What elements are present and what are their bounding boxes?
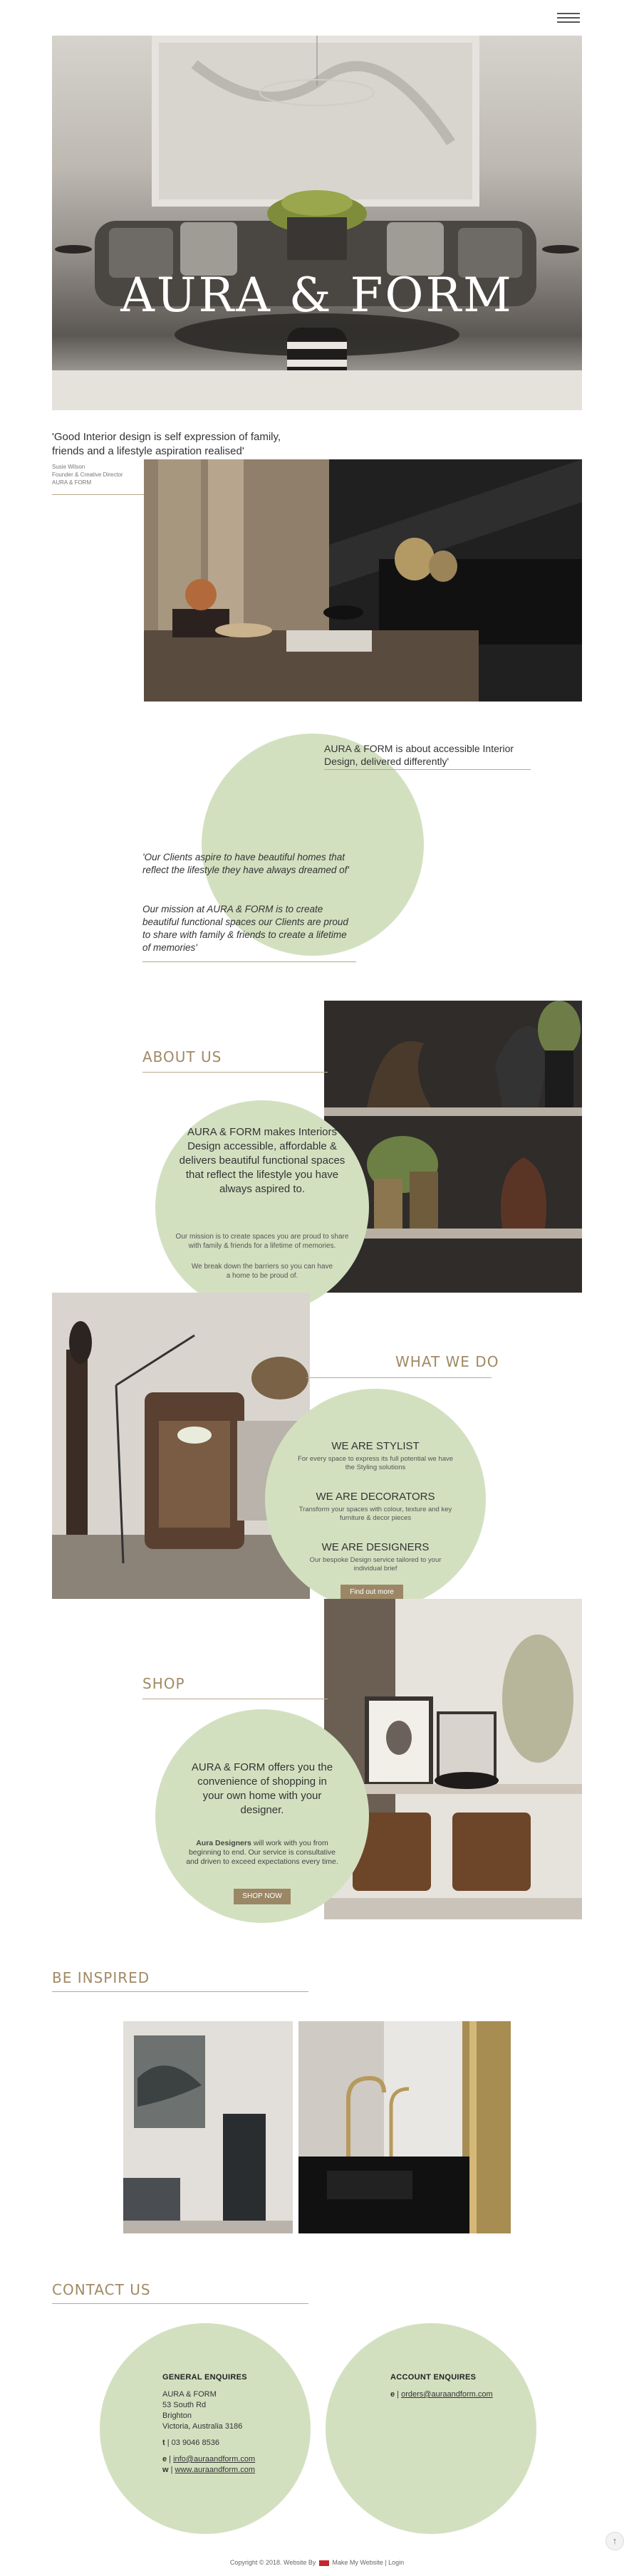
be-inspired-heading: BE INSPIRED <box>52 1969 150 1986</box>
about-tagline: AURA & FORM is about accessible Interior… <box>324 743 514 767</box>
address-company: AURA & FORM <box>162 2390 217 2399</box>
inspired-photo-kitchen[interactable] <box>298 2021 511 2233</box>
intro-quote: 'Good Interior design is self expression… <box>52 431 281 457</box>
phone-number[interactable]: 03 9046 8536 <box>172 2439 219 2447</box>
service-stylist-text: For every space to express its full pote… <box>297 1455 454 1471</box>
make-my-website-logo-icon[interactable] <box>318 2560 329 2566</box>
find-out-more-button[interactable]: Find out more <box>341 1585 403 1600</box>
divider <box>52 494 145 495</box>
footer-login-link[interactable]: Login <box>388 2559 404 2566</box>
address-street: 53 South Rd <box>162 2401 207 2409</box>
service-designers-title: WE ARE DESIGNERS <box>321 1541 430 1553</box>
website-link[interactable]: www.auraandform.com <box>175 2466 256 2474</box>
phone-label: t <box>162 2439 165 2447</box>
address-suburb: Brighton <box>162 2411 192 2420</box>
web-label: w <box>162 2466 169 2474</box>
hamburger-menu-icon[interactable] <box>557 13 580 26</box>
about-quote-mission: Our mission at AURA & FORM is to create … <box>142 904 348 953</box>
shop-heading: SHOP <box>142 1675 185 1692</box>
arrow-up-icon[interactable]: ↑ <box>606 2532 624 2550</box>
account-enquiries-title: ACCOUNT ENQUIRES <box>390 2373 477 2382</box>
about-us-barriers: We break down the barriers so you can ha… <box>191 1263 333 1280</box>
service-designers-text: Our bespoke Design service tailored to y… <box>309 1556 442 1573</box>
divider <box>306 1377 492 1378</box>
email-label: e <box>162 2455 167 2463</box>
general-enquiries-title: GENERAL ENQUIRES <box>162 2373 247 2382</box>
hero-title: AURA & FORM <box>120 268 514 323</box>
inspired-photo-living[interactable] <box>123 2021 293 2233</box>
account-email-label: e <box>390 2390 395 2399</box>
general-email-link[interactable]: info@auraandform.com <box>173 2455 255 2463</box>
account-email-link[interactable]: orders@auraandform.com <box>401 2390 493 2399</box>
interior-photo-staircase <box>144 459 582 702</box>
service-decorators-text: Transform your spaces with colour, textu… <box>298 1506 452 1522</box>
quote-company: AURA & FORM <box>52 479 92 486</box>
what-we-do-heading: WHAT WE DO <box>395 1353 499 1370</box>
hero-image: AURA & FORM <box>52 36 582 410</box>
account-enquiries-circle <box>326 2323 536 2534</box>
footer-copyright: Copyright © 2018. Website By <box>229 2559 316 2566</box>
account-email-line: e | orders@auraandform.com <box>390 2390 493 2399</box>
service-stylist-title: WE ARE STYLIST <box>331 1440 420 1452</box>
divider <box>142 961 356 962</box>
aura-designers-label: Aura Designers <box>196 1839 251 1847</box>
hero-living-room-illustration <box>52 36 582 410</box>
web-line: w | www.auraandform.com <box>162 2466 256 2474</box>
service-decorators-title: WE ARE DECORATORS <box>316 1491 435 1503</box>
shop-description: Aura Designers will work with you from b… <box>184 1839 341 1867</box>
about-us-mission: Our mission is to create spaces you are … <box>175 1233 349 1250</box>
divider <box>52 1991 308 1992</box>
shop-lead: AURA & FORM offers you the convenience o… <box>191 1761 333 1818</box>
shop-photo <box>324 1599 582 1919</box>
what-we-do-photo <box>52 1293 310 1599</box>
about-shelf-photo <box>324 1001 582 1293</box>
about-quote-clients: 'Our Clients aspire to have beautiful ho… <box>142 852 349 875</box>
email-line: e | info@auraandform.com <box>162 2455 256 2463</box>
about-us-heading: ABOUT US <box>142 1048 222 1065</box>
divider <box>324 769 531 770</box>
about-us-lead: AURA & FORM makes Interiors Design acces… <box>179 1126 345 1195</box>
shop-now-button[interactable]: SHOP NOW <box>234 1889 291 1904</box>
phone-line: t | 03 9046 8536 <box>162 2439 219 2447</box>
shop-lead-text: AURA & FORM offers you the convenience o… <box>191 1761 333 1816</box>
address-state: Victoria, Australia 3186 <box>162 2422 243 2431</box>
quote-role: Founder & Creative Director <box>52 471 123 478</box>
divider <box>52 2303 308 2304</box>
contact-us-heading: CONTACT US <box>52 2281 151 2298</box>
footer: Copyright © 2018. Website By Make My Web… <box>229 2559 405 2566</box>
quote-author: Susie Wilson <box>52 464 85 470</box>
footer-credit-link[interactable]: Make My Website <box>332 2559 383 2566</box>
divider <box>142 1072 328 1073</box>
